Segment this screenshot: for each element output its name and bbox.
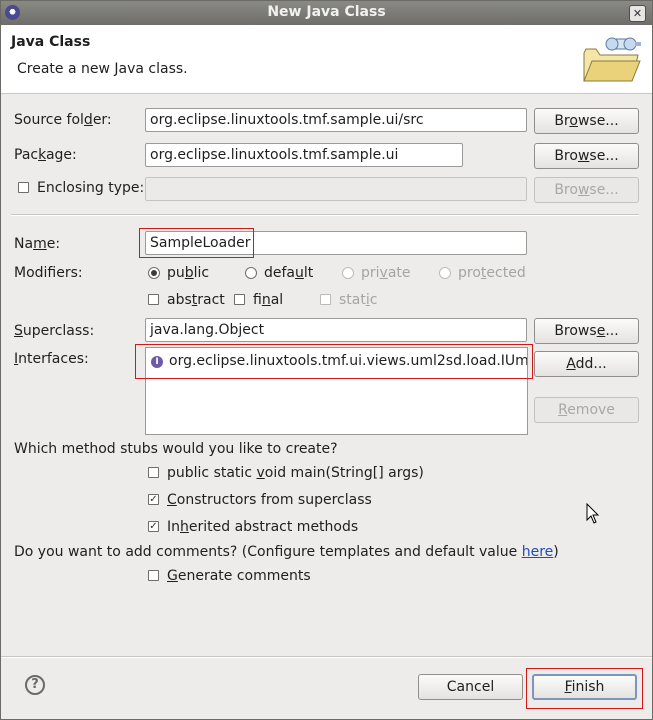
name-label: Name: <box>14 236 61 252</box>
superclass-label: Superclass: <box>14 323 95 339</box>
footer-separator <box>1 656 652 658</box>
package-input[interactable]: org.eclipse.linuxtools.tmf.sample.ui <box>145 143 463 167</box>
source-folder-input[interactable]: org.eclipse.linuxtools.tmf.sample.ui/src <box>145 108 527 132</box>
constructors-label: Constructors from superclass <box>167 492 372 508</box>
comments-question-end: ) <box>553 544 559 560</box>
final-checkbox[interactable] <box>234 294 245 305</box>
dialog-window: New Java Class ✕ Java Class Create a new… <box>0 0 653 720</box>
separator <box>11 214 639 216</box>
comments-question-text: Do you want to add comments? (Configure … <box>14 544 522 560</box>
static-checkbox[interactable] <box>320 294 331 305</box>
finish-highlight-box <box>526 668 643 709</box>
protected-label: protected <box>458 265 526 281</box>
page-description: Create a new Java class. <box>17 61 188 77</box>
method-stubs-question: Which method stubs would you like to cre… <box>14 441 338 457</box>
browse-superclass-button[interactable]: Browse... <box>534 318 639 344</box>
inherited-methods-label: Inherited abstract methods <box>167 519 359 535</box>
name-highlight-box <box>139 228 254 258</box>
static-label: static <box>339 292 378 308</box>
page-title: Java Class <box>11 34 91 50</box>
interface-highlight-box <box>135 344 533 379</box>
enclosing-type-checkbox[interactable] <box>18 182 29 193</box>
new-class-wizard-icon <box>583 37 641 82</box>
templates-link[interactable]: here <box>522 544 554 560</box>
protected-radio[interactable] <box>439 267 451 279</box>
abstract-checkbox[interactable] <box>148 294 159 305</box>
browse-source-folder-button[interactable]: Browse... <box>534 108 639 134</box>
inherited-methods-checkbox[interactable]: ✓ <box>148 521 159 532</box>
package-label: Package: <box>14 147 77 163</box>
comments-question: Do you want to add comments? (Configure … <box>14 544 559 560</box>
browse-enclosing-type-button[interactable]: Browse... <box>534 177 639 203</box>
default-radio[interactable] <box>245 267 257 279</box>
generate-comments-label: Generate comments <box>167 568 311 584</box>
enclosing-type-input[interactable] <box>145 177 527 201</box>
modifiers-label: Modifiers: <box>14 265 83 281</box>
generate-comments-checkbox[interactable] <box>148 570 159 581</box>
abstract-label: abstract <box>167 292 225 308</box>
window-title: New Java Class <box>267 4 386 20</box>
interfaces-label: Interfaces: <box>14 351 89 367</box>
final-label: final <box>253 292 284 308</box>
private-radio[interactable] <box>342 267 354 279</box>
cancel-button[interactable]: Cancel <box>418 674 523 700</box>
main-method-checkbox[interactable] <box>148 467 159 478</box>
constructors-checkbox[interactable]: ✓ <box>148 494 159 505</box>
mouse-cursor-icon <box>586 503 600 524</box>
enclosing-type-label: Enclosing type: <box>37 180 145 196</box>
default-label: default <box>264 265 314 281</box>
main-method-label: public static void main(String[] args) <box>167 465 424 481</box>
superclass-input[interactable]: java.lang.Object <box>145 318 527 342</box>
title-bar: New Java Class ✕ <box>1 1 652 25</box>
wizard-header: Java Class Create a new Java class. <box>1 25 652 94</box>
close-icon[interactable]: ✕ <box>629 5 646 22</box>
add-interface-button[interactable]: Add... <box>534 351 639 377</box>
browse-package-button[interactable]: Browse... <box>534 143 639 169</box>
public-label: public <box>167 265 210 281</box>
private-label: private <box>361 265 411 281</box>
source-folder-label: Source folder: <box>14 112 112 128</box>
help-icon[interactable]: ? <box>25 675 45 695</box>
remove-interface-button[interactable]: Remove <box>534 397 639 423</box>
public-radio[interactable] <box>148 267 160 279</box>
